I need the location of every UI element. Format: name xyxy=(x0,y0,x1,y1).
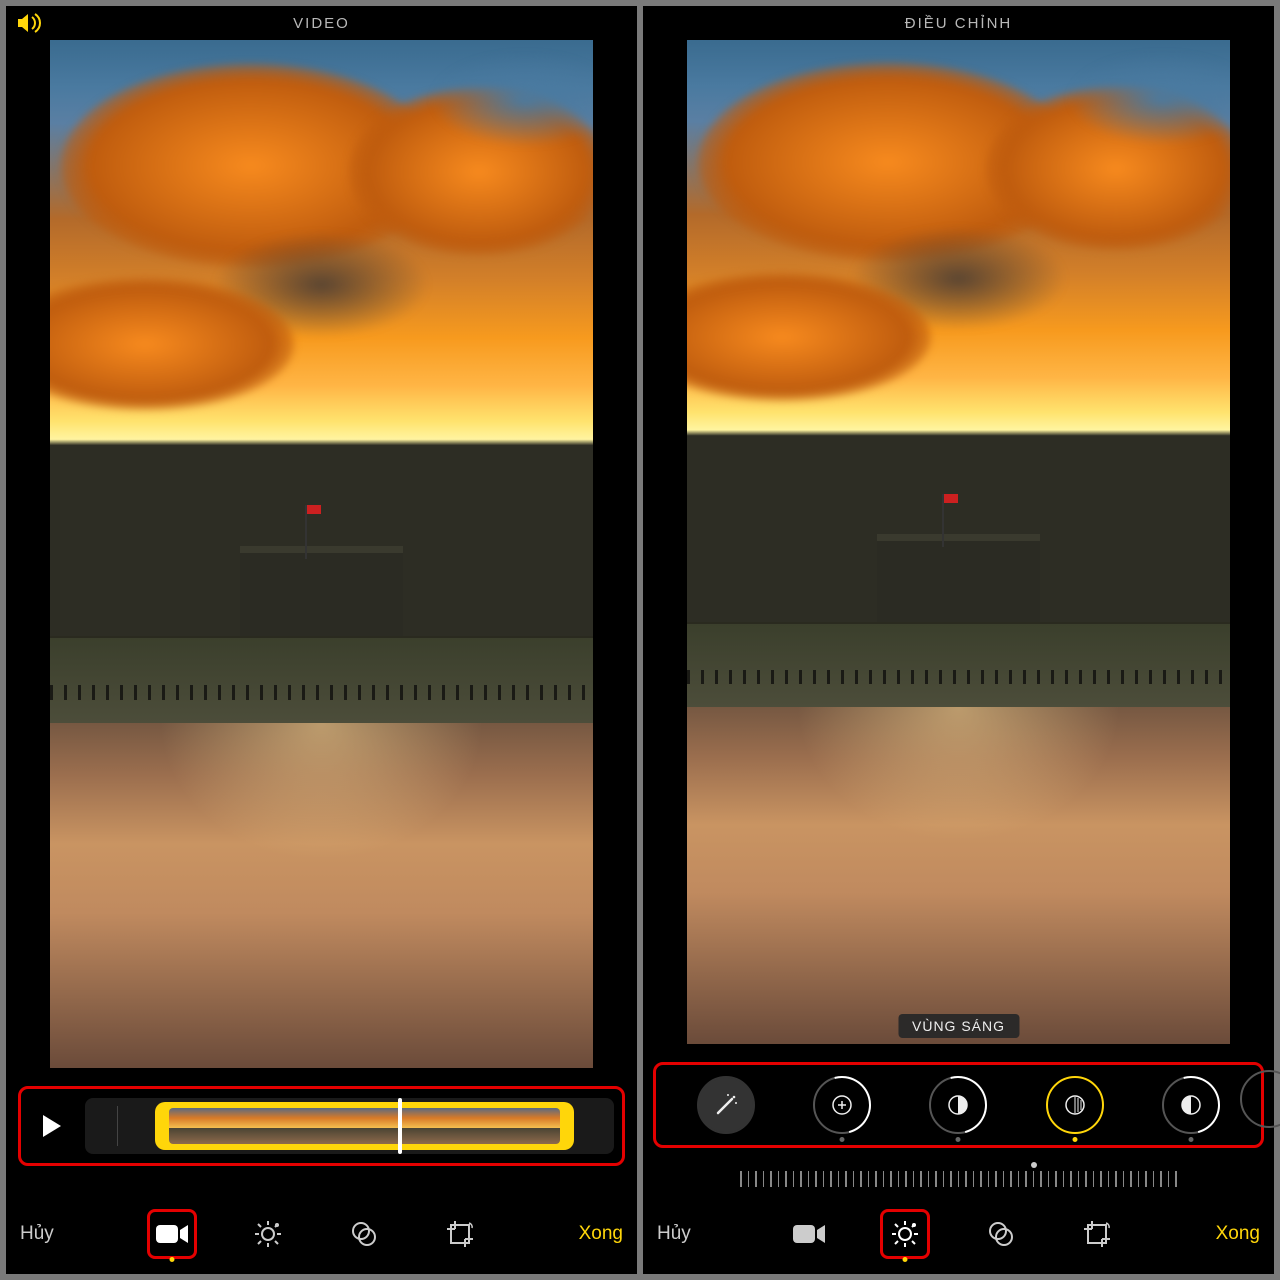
tool-adjust[interactable] xyxy=(243,1209,293,1259)
done-button[interactable]: Xong xyxy=(579,1223,623,1245)
top-bar: VIDEO xyxy=(6,6,637,40)
tool-crop[interactable] xyxy=(435,1209,485,1259)
adjust-dials-region xyxy=(653,1062,1264,1148)
top-bar: ĐIỀU CHỈNH xyxy=(643,6,1274,40)
timeline-thumbnails xyxy=(169,1108,560,1144)
playhead[interactable] xyxy=(398,1098,402,1154)
dial-contrast[interactable] xyxy=(1162,1076,1220,1134)
tool-video[interactable] xyxy=(784,1209,834,1259)
trim-handles[interactable]: ⟨ ⟩ xyxy=(155,1102,574,1150)
dial-highlights[interactable] xyxy=(1046,1076,1104,1134)
timeline-region: ⟨ ⟩ xyxy=(18,1086,625,1166)
cancel-button[interactable]: Hủy xyxy=(657,1223,691,1245)
tool-video[interactable] xyxy=(147,1209,197,1259)
tool-filters[interactable] xyxy=(976,1209,1026,1259)
tool-crop[interactable] xyxy=(1072,1209,1122,1259)
dial-exposure[interactable] xyxy=(813,1076,871,1134)
bottom-toolbar: Hủy Xong xyxy=(643,1194,1274,1274)
tool-adjust[interactable] xyxy=(880,1209,930,1259)
left-phone-editor: VIDEO ⟨ xyxy=(6,6,637,1274)
trim-track[interactable]: ⟨ ⟩ xyxy=(85,1098,614,1154)
screen-title: VIDEO xyxy=(293,15,350,32)
bottom-toolbar: Hủy Xong xyxy=(6,1194,637,1274)
play-button[interactable] xyxy=(29,1096,75,1156)
adjust-ruler[interactable] xyxy=(655,1164,1262,1194)
video-preview[interactable] xyxy=(50,40,593,1068)
dial-auto[interactable] xyxy=(697,1076,755,1134)
cancel-button[interactable]: Hủy xyxy=(20,1223,54,1245)
tool-filters[interactable] xyxy=(339,1209,389,1259)
dial-brilliance[interactable] xyxy=(929,1076,987,1134)
done-button[interactable]: Xong xyxy=(1216,1223,1260,1245)
magic-wand-icon xyxy=(712,1091,740,1119)
highlights-icon xyxy=(1064,1094,1086,1116)
sound-icon[interactable] xyxy=(16,12,44,34)
video-preview[interactable]: VÙNG SÁNG xyxy=(687,40,1230,1044)
screen-title: ĐIỀU CHỈNH xyxy=(905,15,1013,32)
adjust-label: VÙNG SÁNG xyxy=(898,1014,1019,1038)
right-phone-editor: ĐIỀU CHỈNH VÙNG SÁNG xyxy=(643,6,1274,1274)
dial-overflow[interactable] xyxy=(1240,1070,1280,1128)
